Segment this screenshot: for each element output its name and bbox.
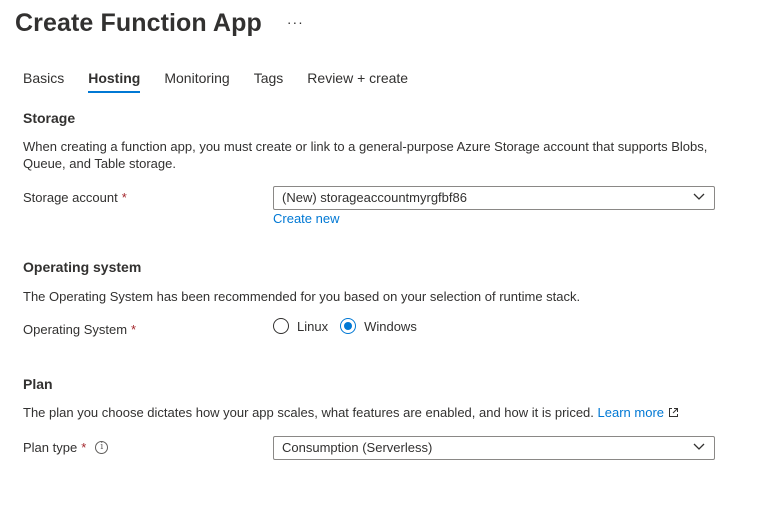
more-options-button[interactable]: ··· xyxy=(287,14,304,30)
plan-type-value: Consumption (Serverless) xyxy=(282,440,433,455)
tab-review-create[interactable]: Review + create xyxy=(307,70,408,93)
plan-description-row: The plan you choose dictates how your ap… xyxy=(23,404,723,421)
required-marker: * xyxy=(81,440,87,455)
os-label-text: Operating System xyxy=(23,322,128,337)
external-link-icon[interactable] xyxy=(668,407,679,418)
os-radio-windows-label: Windows xyxy=(364,318,417,334)
plan-type-label: Plan type * i xyxy=(23,440,109,455)
os-heading: Operating system xyxy=(23,259,142,275)
page-title: Create Function App xyxy=(15,9,262,37)
tab-hosting[interactable]: Hosting xyxy=(88,70,141,93)
plan-type-dropdown[interactable]: Consumption (Serverless) xyxy=(273,436,715,460)
tab-tags[interactable]: Tags xyxy=(254,70,284,93)
info-icon[interactable]: i xyxy=(95,441,109,454)
required-marker: * xyxy=(131,322,137,337)
page-header: Create Function App ··· xyxy=(15,9,304,38)
storage-account-value: (New) storageaccountmyrgfbf86 xyxy=(282,190,467,205)
storage-description: When creating a function app, you must c… xyxy=(23,139,708,171)
storage-account-dropdown[interactable]: (New) storageaccountmyrgfbf86 xyxy=(273,186,715,210)
required-marker: * xyxy=(121,190,127,205)
os-radio-group: Linux Windows xyxy=(273,318,429,334)
radio-checked-icon xyxy=(340,318,357,334)
os-label: Operating System * xyxy=(23,322,136,337)
radio-unchecked-icon xyxy=(273,318,289,334)
os-radio-linux-label: Linux xyxy=(297,318,329,334)
tab-basics[interactable]: Basics xyxy=(23,70,64,93)
chevron-down-icon xyxy=(693,443,705,450)
chevron-down-icon xyxy=(693,193,705,200)
learn-more-link[interactable]: Learn more xyxy=(598,405,664,420)
storage-account-label: Storage account * xyxy=(23,190,127,205)
os-radio-linux[interactable]: Linux xyxy=(273,318,328,334)
os-description: The Operating System has been recommende… xyxy=(23,289,581,304)
plan-description: The plan you choose dictates how your ap… xyxy=(23,405,594,420)
tab-bar: Basics Hosting Monitoring Tags Review + … xyxy=(23,70,432,93)
storage-heading: Storage xyxy=(23,110,76,126)
tab-monitoring[interactable]: Monitoring xyxy=(164,70,229,93)
storage-account-label-text: Storage account xyxy=(23,190,118,205)
create-new-storage-link[interactable]: Create new xyxy=(273,211,339,226)
plan-type-label-text: Plan type xyxy=(23,440,78,455)
os-radio-windows[interactable]: Windows xyxy=(340,318,417,334)
plan-heading: Plan xyxy=(23,376,53,392)
